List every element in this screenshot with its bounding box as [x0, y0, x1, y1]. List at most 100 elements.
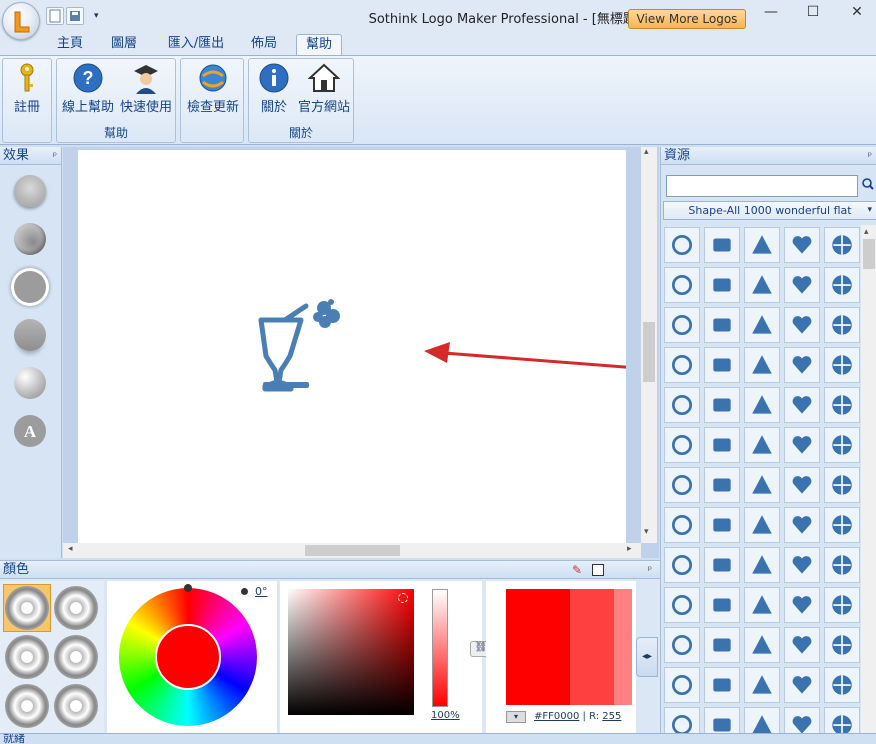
resource-cell[interactable] [824, 627, 860, 663]
resource-cell[interactable] [664, 627, 700, 663]
app-menu-button[interactable] [2, 2, 40, 40]
sv-cursor[interactable] [398, 593, 408, 603]
tab-import-export[interactable]: 匯入/匯出 [160, 34, 232, 55]
tab-layers[interactable]: 圖層 [104, 34, 144, 55]
resource-cell[interactable] [664, 427, 700, 463]
view-more-logos-button[interactable]: View More Logos [628, 9, 746, 29]
effect-reflection[interactable] [14, 319, 46, 351]
resources-scroll-thumb[interactable] [863, 239, 875, 269]
library-select[interactable]: Shape-All 1000 wonderful flat ▾ [663, 201, 876, 220]
register-button[interactable]: 註冊 [7, 62, 47, 115]
about-button[interactable]: 關於 [253, 62, 295, 115]
resource-cell[interactable] [664, 347, 700, 383]
resource-cell[interactable] [744, 307, 780, 343]
resource-cell[interactable] [664, 307, 700, 343]
effect-outline[interactable] [14, 271, 46, 303]
resource-cell[interactable] [704, 427, 740, 463]
alpha-readout[interactable]: 100% [431, 710, 460, 721]
angle-value[interactable]: 0° [255, 585, 268, 598]
resource-cell[interactable] [784, 667, 820, 703]
search-icon[interactable] [862, 178, 874, 190]
resource-cell[interactable] [744, 347, 780, 383]
tab-home[interactable]: 主頁 [50, 34, 90, 55]
canvas-vertical-scrollbar[interactable]: ▴ ▾ [641, 147, 657, 543]
resource-cell[interactable] [824, 467, 860, 503]
resource-cell[interactable] [664, 387, 700, 423]
swatch-radial-4[interactable] [54, 635, 98, 679]
hscroll-thumb[interactable] [305, 545, 400, 556]
resource-cell[interactable] [784, 427, 820, 463]
resource-cell[interactable] [824, 267, 860, 303]
resource-cell[interactable] [824, 307, 860, 343]
resource-search-input[interactable] [666, 175, 858, 197]
resource-cell[interactable] [744, 267, 780, 303]
resource-cell[interactable] [824, 507, 860, 543]
resource-cell[interactable] [704, 267, 740, 303]
resource-cell[interactable] [664, 507, 700, 543]
resource-cell[interactable] [704, 507, 740, 543]
resource-cell[interactable] [744, 587, 780, 623]
resource-cell[interactable] [784, 507, 820, 543]
swatch-radial-5[interactable] [5, 684, 49, 728]
tab-layout[interactable]: 佈局 [244, 34, 284, 55]
resource-cell[interactable] [664, 547, 700, 583]
swatch-radial-6[interactable] [54, 684, 98, 728]
r-value[interactable]: 255 [602, 711, 621, 722]
resource-cell[interactable] [664, 467, 700, 503]
pin-icon[interactable]: ᵖ [648, 562, 652, 579]
resource-cell[interactable] [664, 587, 700, 623]
close-button[interactable]: ✕ [842, 4, 872, 24]
color-mode-dropdown[interactable]: ▾ [506, 711, 526, 723]
resource-cell[interactable] [824, 347, 860, 383]
resource-cell[interactable] [664, 227, 700, 263]
effect-inner-shadow[interactable] [14, 223, 46, 255]
check-update-button[interactable]: 檢查更新 [183, 62, 243, 115]
hue-handle[interactable] [184, 584, 192, 592]
scroll-thumb[interactable] [643, 322, 655, 382]
hex-value[interactable]: #FF0000 [534, 711, 579, 722]
official-site-button[interactable]: 官方網站 [295, 62, 353, 115]
resource-cell[interactable] [704, 387, 740, 423]
resource-cell[interactable] [824, 667, 860, 703]
resource-cell[interactable] [824, 587, 860, 623]
swatch-radial-1[interactable] [5, 586, 49, 630]
effect-gloss[interactable] [14, 367, 46, 399]
resource-cell[interactable] [784, 227, 820, 263]
resource-cell[interactable] [744, 667, 780, 703]
resource-cell[interactable] [824, 547, 860, 583]
no-color-swatch[interactable] [592, 564, 604, 576]
resource-cell[interactable] [824, 227, 860, 263]
resource-cell[interactable] [784, 347, 820, 383]
resource-cell[interactable] [784, 307, 820, 343]
resource-cell[interactable] [784, 387, 820, 423]
resource-cell[interactable] [744, 627, 780, 663]
online-help-button[interactable]: ? 線上幫助 [59, 62, 117, 115]
resource-cell[interactable] [704, 347, 740, 383]
resource-cell[interactable] [704, 667, 740, 703]
resource-cell[interactable] [744, 507, 780, 543]
resource-cell[interactable] [824, 387, 860, 423]
resource-cell[interactable] [784, 467, 820, 503]
resource-cell[interactable] [784, 587, 820, 623]
resource-cell[interactable] [664, 667, 700, 703]
resource-cell[interactable] [824, 427, 860, 463]
alpha-slider[interactable] [432, 589, 448, 707]
resource-cell[interactable] [784, 627, 820, 663]
resource-cell[interactable] [744, 547, 780, 583]
resource-cell[interactable] [744, 227, 780, 263]
resource-cell[interactable] [784, 547, 820, 583]
resource-cell[interactable] [704, 547, 740, 583]
quick-start-button[interactable]: 快速使用 [117, 62, 175, 115]
minimize-button[interactable]: — [756, 4, 786, 24]
resource-cell[interactable] [744, 387, 780, 423]
resources-scrollbar[interactable]: ▴ [861, 225, 876, 733]
canvas-horizontal-scrollbar[interactable]: ◂ ▸ [63, 543, 641, 558]
resource-cell[interactable] [744, 427, 780, 463]
swatch-radial-3[interactable] [5, 635, 49, 679]
eyedropper-icon[interactable]: ✎ [572, 562, 582, 579]
tab-help[interactable]: 幫助 [296, 34, 342, 55]
design-canvas[interactable] [78, 150, 626, 543]
maximize-button[interactable]: ☐ [798, 4, 828, 24]
pin-icon[interactable]: ᵖ [868, 148, 872, 165]
resource-cell[interactable] [704, 227, 740, 263]
